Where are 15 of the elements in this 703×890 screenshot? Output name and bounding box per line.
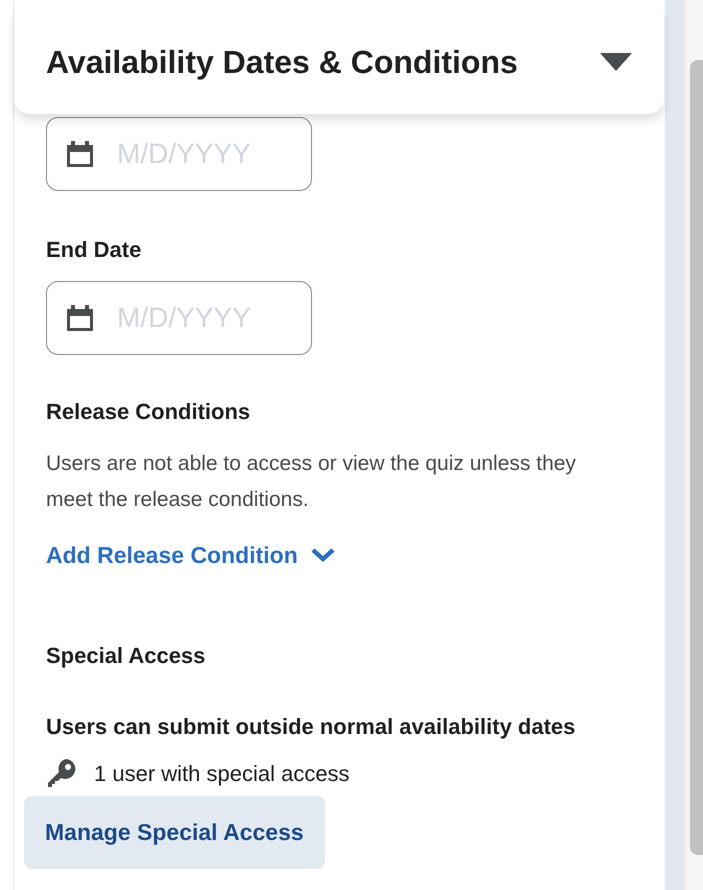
key-icon <box>46 757 78 789</box>
description-text: Users are not able to access or view the quiz unless they meet the release conditions. <box>46 451 577 513</box>
subheading-text: Users can submit outside normal availability dates <box>46 712 576 741</box>
calendar-icon <box>66 141 94 167</box>
special-access-count: 1 user with special access <box>94 760 350 788</box>
chevron-down-icon <box>310 547 336 564</box>
calendar-icon <box>66 305 94 331</box>
caret-down-icon[interactable] <box>600 53 632 71</box>
section-heading: Release Conditions <box>46 398 252 426</box>
field-label: End Date <box>46 236 142 264</box>
section-heading: Special Access <box>46 642 206 670</box>
section-title: Availability Dates & Conditions <box>46 43 518 82</box>
scrollbar-thumb[interactable] <box>690 60 703 855</box>
add-release-condition-link[interactable]: Add Release Condition <box>46 538 336 572</box>
manage-special-access-button[interactable]: Manage Special Access <box>24 796 325 868</box>
